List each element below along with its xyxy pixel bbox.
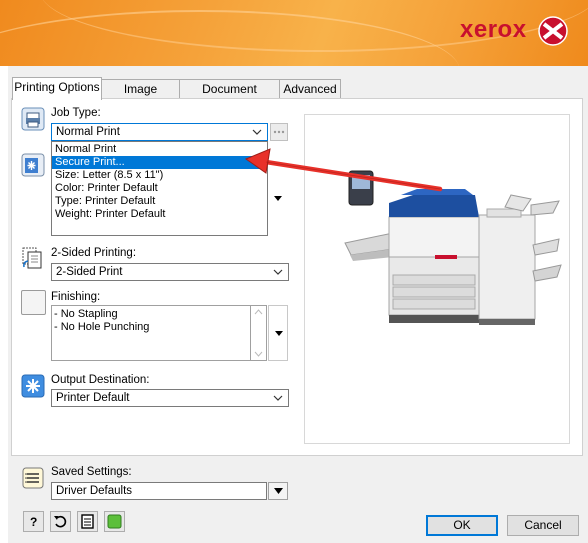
saved-settings-icon (22, 467, 44, 489)
chevron-down-icon (273, 269, 283, 275)
finishing-scrollbar[interactable] (251, 305, 267, 361)
status-green-icon (107, 514, 122, 529)
help-button[interactable]: ? (23, 511, 44, 532)
saved-settings-select[interactable]: Driver Defaults (51, 482, 267, 500)
finishing-listbox[interactable]: - No Stapling - No Hole Punching (51, 305, 251, 361)
job-type-icon (21, 107, 45, 131)
output-destination-label: Output Destination: (51, 374, 150, 386)
help-icon: ? (30, 515, 37, 529)
tab-advanced[interactable]: Advanced (279, 79, 341, 99)
paper-summary-color: Color: Printer Default (55, 182, 158, 194)
dropdown-option-normal-print[interactable]: Normal Print (52, 143, 267, 156)
xerox-header-banner: xerox (0, 0, 588, 66)
dropdown-arrow-icon (275, 331, 283, 336)
dropdown-option-secure-print[interactable]: Secure Print... (52, 156, 267, 169)
saved-settings-label: Saved Settings: (51, 466, 132, 478)
scroll-down-icon[interactable] (254, 351, 263, 357)
document-list-icon (81, 514, 94, 529)
paper-summary-size: Size: Letter (8.5 x 11") (55, 169, 164, 181)
chevron-down-icon (252, 129, 262, 135)
tab-printing-options[interactable]: Printing Options (12, 77, 102, 100)
finishing-label: Finishing: (51, 291, 101, 303)
job-status-button[interactable] (77, 511, 98, 532)
job-type-value: Normal Print (56, 126, 120, 138)
xerox-wordmark: xerox (460, 16, 527, 43)
two-sided-select[interactable]: 2-Sided Print (51, 263, 289, 281)
finishing-item-stapling: - No Stapling (54, 308, 118, 320)
two-sided-printing-icon (22, 247, 42, 269)
dropdown-arrow-icon (274, 488, 283, 494)
reset-defaults-button[interactable] (50, 511, 71, 532)
two-sided-label: 2-Sided Printing: (51, 247, 137, 259)
job-type-dropdown-list[interactable]: Normal Print Secure Print... Size: Lette… (51, 141, 268, 236)
job-type-more-button[interactable] (270, 123, 288, 141)
finishing-item-hole-punching: - No Hole Punching (54, 321, 150, 333)
paper-summary-weight: Weight: Printer Default (55, 208, 166, 220)
cancel-button[interactable]: Cancel (507, 515, 579, 536)
two-sided-value: 2-Sided Print (56, 266, 123, 278)
finishing-menu-button[interactable] (268, 305, 288, 361)
job-type-select[interactable]: Normal Print (51, 123, 268, 141)
paper-summary-type: Type: Printer Default (55, 195, 156, 207)
output-destination-value: Printer Default (56, 392, 130, 404)
output-destination-select[interactable]: Printer Default (51, 389, 289, 407)
saved-settings-value: Driver Defaults (56, 485, 133, 497)
scroll-up-icon[interactable] (254, 309, 263, 315)
ellipsis-icon (273, 130, 285, 134)
ok-button[interactable]: OK (426, 515, 498, 536)
paper-icon (21, 153, 45, 177)
output-destination-icon (21, 374, 45, 398)
tab-document-options[interactable]: Document Options (179, 79, 280, 115)
chevron-down-icon (273, 395, 283, 401)
printer-status-button[interactable] (104, 511, 125, 532)
svg-text:?: ? (30, 515, 37, 529)
tab-image-options[interactable]: Image Options (101, 79, 180, 115)
saved-settings-menu-button[interactable] (268, 482, 288, 500)
job-type-label: Job Type: (51, 107, 101, 119)
finishing-icon (21, 290, 46, 315)
xerox-logo-icon (538, 16, 568, 46)
reset-icon (54, 515, 67, 528)
annotation-arrow (244, 148, 443, 192)
